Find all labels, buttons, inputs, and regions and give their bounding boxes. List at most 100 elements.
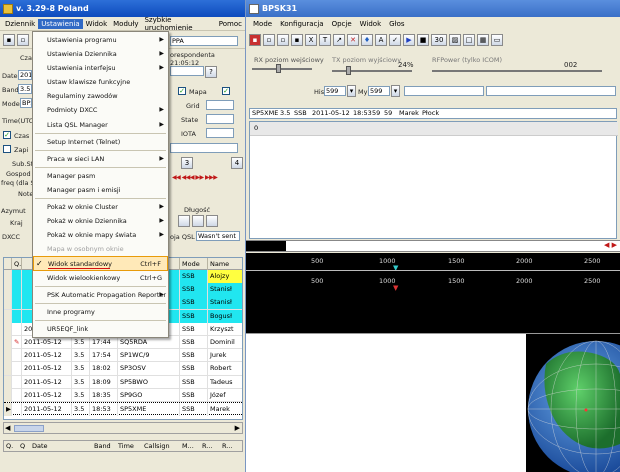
afc-icon[interactable]: A xyxy=(375,34,387,46)
menu-szybkie[interactable]: Szybkie uruchomienie xyxy=(141,15,215,33)
scroll-thumb[interactable] xyxy=(14,425,44,432)
table-row[interactable]: 2011-05-12 3.5 18:02 SP3OSV SSB Robert xyxy=(4,362,242,376)
lookup-icon[interactable]: ? xyxy=(205,66,217,78)
menu-item[interactable]: Lista QSL Manager ▶ xyxy=(33,118,168,132)
zoom-value[interactable]: 30 xyxy=(431,34,447,46)
extra-field[interactable] xyxy=(170,143,238,153)
horizontal-scrollbar[interactable]: ◀ ▶ xyxy=(3,422,243,434)
menu-moduly[interactable]: Moduły xyxy=(110,19,141,29)
psk-menu-glos[interactable]: Głos xyxy=(385,19,408,29)
menu-item[interactable]: Podmioty DXCC ▶ xyxy=(33,103,168,117)
menu-item[interactable]: PSK Automatic Propagation Reporter ▶ xyxy=(33,288,168,302)
menu-item[interactable]: Ustawienia interfejsu ▶ xyxy=(33,61,168,75)
psk-menu-mode[interactable]: Mode xyxy=(249,19,276,29)
record-icon[interactable]: ▪ xyxy=(249,34,261,46)
bh-q2[interactable]: Q xyxy=(20,441,25,452)
menu-item[interactable]: Ustaw klawisze funkcyjne xyxy=(33,75,168,89)
table-row[interactable]: 2011-05-12 3.5 18:09 SP5BWO SSB Tadeus xyxy=(4,375,242,389)
my-dropdown-icon[interactable]: ▾ xyxy=(391,85,400,97)
grid-field[interactable] xyxy=(206,100,234,110)
his-rst-field[interactable]: 599 xyxy=(324,86,346,96)
check-icon[interactable]: ✓ xyxy=(389,34,401,46)
scroll-right-icon[interactable]: ▶ xyxy=(235,424,240,432)
open-file-icon[interactable]: ▫ xyxy=(277,34,289,46)
iota-field[interactable] xyxy=(206,128,234,138)
zapis-checkbox[interactable] xyxy=(3,145,11,153)
menu-item[interactable]: Ustawienia Dziennika ▶ xyxy=(33,47,168,61)
psk-menu-konfiguracja[interactable]: Konfiguracja xyxy=(276,19,328,29)
rfpower-slider[interactable] xyxy=(432,70,602,72)
menu-item[interactable]: Widok standardowy ✓ Ctrl+F xyxy=(33,256,168,271)
t-icon[interactable]: T xyxy=(319,34,331,46)
callsign-field[interactable]: PPA xyxy=(170,36,238,46)
bh-band[interactable]: Band xyxy=(94,441,111,452)
grid-header-q[interactable]: Q. xyxy=(12,258,22,270)
table-row[interactable]: 2011-05-12 3.5 18:35 SP9GO SSB Józef xyxy=(4,388,242,402)
num3-button[interactable]: 3 xyxy=(181,157,193,169)
grid-header-name[interactable]: Name xyxy=(208,258,242,270)
tool3-icon[interactable] xyxy=(206,215,218,227)
psk-menu-opcje[interactable]: Opcje xyxy=(328,19,356,29)
save-file-icon[interactable]: ▪ xyxy=(291,34,303,46)
menu-item[interactable]: Praca w sieci LAN ▶ xyxy=(33,152,168,166)
his-dropdown-icon[interactable]: ▾ xyxy=(347,85,356,97)
menu-item[interactable]: Widok wielookienkowy Ctrl+G xyxy=(33,271,168,285)
menu-widok[interactable]: Widok xyxy=(83,19,111,29)
menu-pomoc[interactable]: Pomoc xyxy=(216,19,245,29)
mode-field[interactable]: BPS xyxy=(20,98,32,108)
menu-item[interactable]: Setup Internet (Telnet) xyxy=(33,135,168,149)
menu-item[interactable]: Inne programy xyxy=(33,305,168,319)
my-rst-field[interactable]: 599 xyxy=(368,86,390,96)
play-icon[interactable]: ▶ xyxy=(403,34,415,46)
bh-time[interactable]: Time xyxy=(118,441,134,452)
bh-date[interactable]: Date xyxy=(32,441,48,452)
x-icon[interactable]: X xyxy=(305,34,317,46)
stop-icon[interactable]: ■ xyxy=(417,34,429,46)
rx-icon[interactable]: ♦ xyxy=(361,34,373,46)
tool2-icon[interactable] xyxy=(192,215,204,227)
menu-item[interactable]: Ustawienia programu ▶ xyxy=(33,33,168,47)
save-icon[interactable]: ▪ xyxy=(3,33,15,46)
rx-text-area[interactable]: 0 xyxy=(249,121,618,239)
grid-icon[interactable]: ▦ xyxy=(477,34,489,46)
date-field[interactable]: 2011 xyxy=(18,70,32,80)
rx-level-thumb[interactable] xyxy=(276,64,281,73)
menu-item[interactable]: UR5EQF_link xyxy=(33,322,168,336)
num4-button[interactable]: 4 xyxy=(231,157,243,169)
tx-level-thumb[interactable] xyxy=(346,66,351,75)
czas-checkbox[interactable]: ✓ xyxy=(3,131,11,139)
bh-m[interactable]: M... xyxy=(182,441,194,452)
table-row[interactable]: ▶ 2011-05-12 3.5 18:53 SP5XME SSB Marek xyxy=(4,402,242,416)
nav-arrows[interactable]: ◀◀ ◀◀◀ ▶▶ ▶▶▶ xyxy=(172,174,240,184)
grid-header-mode[interactable]: Mode xyxy=(180,258,208,270)
menu-ustawienia[interactable]: Ustawienia xyxy=(38,18,83,29)
open-icon[interactable]: ▫ xyxy=(17,33,29,46)
bh-r2[interactable]: R... xyxy=(222,441,232,452)
tx-level-slider[interactable] xyxy=(332,70,412,72)
menu-dziennik[interactable]: Dziennik xyxy=(2,19,38,29)
mapa-checkbox[interactable]: ✓ xyxy=(178,87,186,95)
state-field[interactable] xyxy=(206,114,234,124)
new-icon[interactable]: ▫ xyxy=(263,34,275,46)
color-icon[interactable]: ▨ xyxy=(449,34,461,46)
mapa2-checkbox[interactable]: ✓ xyxy=(222,87,230,95)
menu-item[interactable]: Pokaż w oknie Cluster ▶ xyxy=(33,200,168,214)
call-field[interactable] xyxy=(404,86,484,96)
tx-cursor-bar[interactable]: ◀ ▶ xyxy=(246,240,620,252)
info-field[interactable] xyxy=(486,86,616,96)
table-row[interactable]: ✎ 2011-05-12 3.5 17:44 SQ5RDA SSB Dominil xyxy=(4,336,242,350)
menu-item[interactable]: Pokaż w oknie mapy świata ▶ xyxy=(33,228,168,242)
table-row[interactable]: 2011-05-12 3.5 17:54 SP1WC/9 SSB Jurek xyxy=(4,349,242,363)
menu-item[interactable]: Regulaminy zawodów xyxy=(33,89,168,103)
band-field[interactable]: 3.5 xyxy=(18,84,32,94)
qsl-select[interactable]: Wasn't sent xyxy=(196,231,240,241)
tool1-icon[interactable] xyxy=(178,215,190,227)
bh-callsign[interactable]: Callsign xyxy=(144,441,170,452)
name-field[interactable] xyxy=(170,66,204,76)
tx-icon[interactable]: ✕ xyxy=(347,34,359,46)
menu-item[interactable]: Pokaż w oknie Dziennika ▶ xyxy=(33,214,168,228)
bh-r1[interactable]: R... xyxy=(202,441,212,452)
share-icon[interactable]: ↗ xyxy=(333,34,345,46)
window-icon[interactable]: ▭ xyxy=(491,34,503,46)
psk-menu-widok[interactable]: Widok xyxy=(356,19,386,29)
